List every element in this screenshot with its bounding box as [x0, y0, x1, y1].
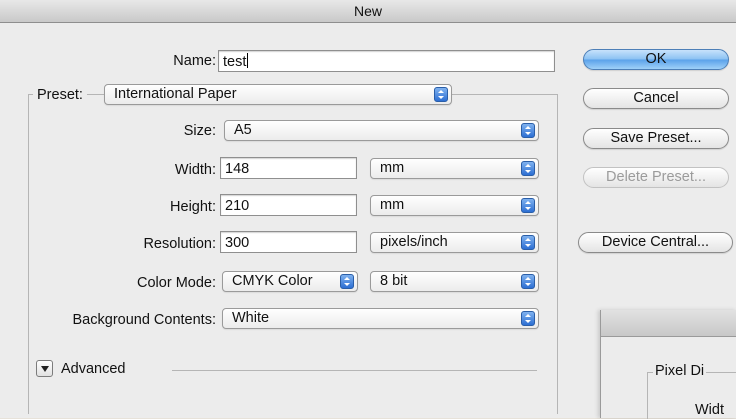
pixel-dimensions-label: Pixel Di [653, 362, 707, 380]
resolution-field[interactable]: 300 [220, 231, 357, 253]
save-preset-button-label: Save Preset... [610, 130, 702, 146]
height-label: Height: [170, 199, 216, 215]
device-central-button-label: Device Central... [601, 234, 710, 250]
advanced-separator [172, 370, 537, 371]
popup-arrows-icon [434, 87, 448, 102]
background-contents-label: Background Contents: [72, 312, 216, 328]
width-field[interactable]: 148 [220, 157, 357, 179]
advanced-label[interactable]: Advanced [61, 359, 126, 379]
text-caret [247, 53, 249, 68]
bit-depth-popup[interactable]: 8 bit [370, 271, 539, 292]
width-unit-value: mm [380, 160, 405, 176]
background-contents-value: White [232, 310, 270, 326]
background-dialog-title-bar[interactable] [601, 310, 736, 337]
background-contents-popup[interactable]: White [222, 308, 539, 329]
advanced-disclosure-triangle-icon[interactable] [36, 360, 53, 377]
device-central-button[interactable]: Device Central... [578, 232, 733, 253]
size-popup[interactable]: A5 [224, 120, 539, 141]
popup-arrows-icon [521, 123, 535, 138]
delete-preset-button-label: Delete Preset... [606, 169, 706, 185]
height-unit-popup[interactable]: mm [370, 195, 539, 216]
bit-depth-value: 8 bit [380, 273, 408, 289]
background-dialog-width-label: Widt [695, 402, 724, 418]
height-field-value: 210 [225, 198, 250, 214]
name-label: Name: [173, 53, 216, 69]
preset-popup[interactable]: International Paper [104, 84, 452, 105]
popup-arrows-icon [340, 274, 354, 289]
cancel-button-label: Cancel [633, 90, 679, 106]
name-field[interactable]: test [218, 50, 555, 72]
width-unit-popup[interactable]: mm [370, 158, 539, 179]
resolution-field-value: 300 [225, 235, 250, 251]
ok-button[interactable]: OK [583, 49, 729, 70]
size-label: Size: [183, 123, 216, 139]
cancel-button[interactable]: Cancel [583, 88, 729, 109]
width-field-value: 148 [225, 161, 250, 177]
resolution-label: Resolution: [143, 236, 216, 252]
background-dialog-window: Pixel Di Widt [600, 310, 736, 419]
height-field[interactable]: 210 [220, 194, 357, 216]
width-label: Width: [174, 162, 216, 178]
resolution-unit-value: pixels/inch [380, 234, 448, 250]
popup-arrows-icon [521, 161, 535, 176]
dialog-title-bar[interactable]: New [0, 0, 736, 23]
color-mode-popup[interactable]: CMYK Color [222, 271, 358, 292]
color-mode-label: Color Mode: [137, 275, 216, 291]
popup-arrows-icon [521, 311, 535, 326]
popup-arrows-icon [521, 198, 535, 213]
dialog-title: New [353, 3, 382, 19]
ok-button-label: OK [645, 51, 667, 67]
color-mode-value: CMYK Color [232, 273, 313, 289]
resolution-unit-popup[interactable]: pixels/inch [370, 232, 539, 253]
preset-popup-value: International Paper [114, 86, 237, 102]
size-popup-value: A5 [234, 122, 252, 138]
popup-arrows-icon [521, 274, 535, 289]
preset-label: Preset: [33, 85, 87, 105]
save-preset-button[interactable]: Save Preset... [583, 128, 729, 149]
delete-preset-button[interactable]: Delete Preset... [583, 167, 729, 188]
height-unit-value: mm [380, 197, 405, 213]
name-field-value: test [223, 54, 247, 70]
popup-arrows-icon [521, 235, 535, 250]
